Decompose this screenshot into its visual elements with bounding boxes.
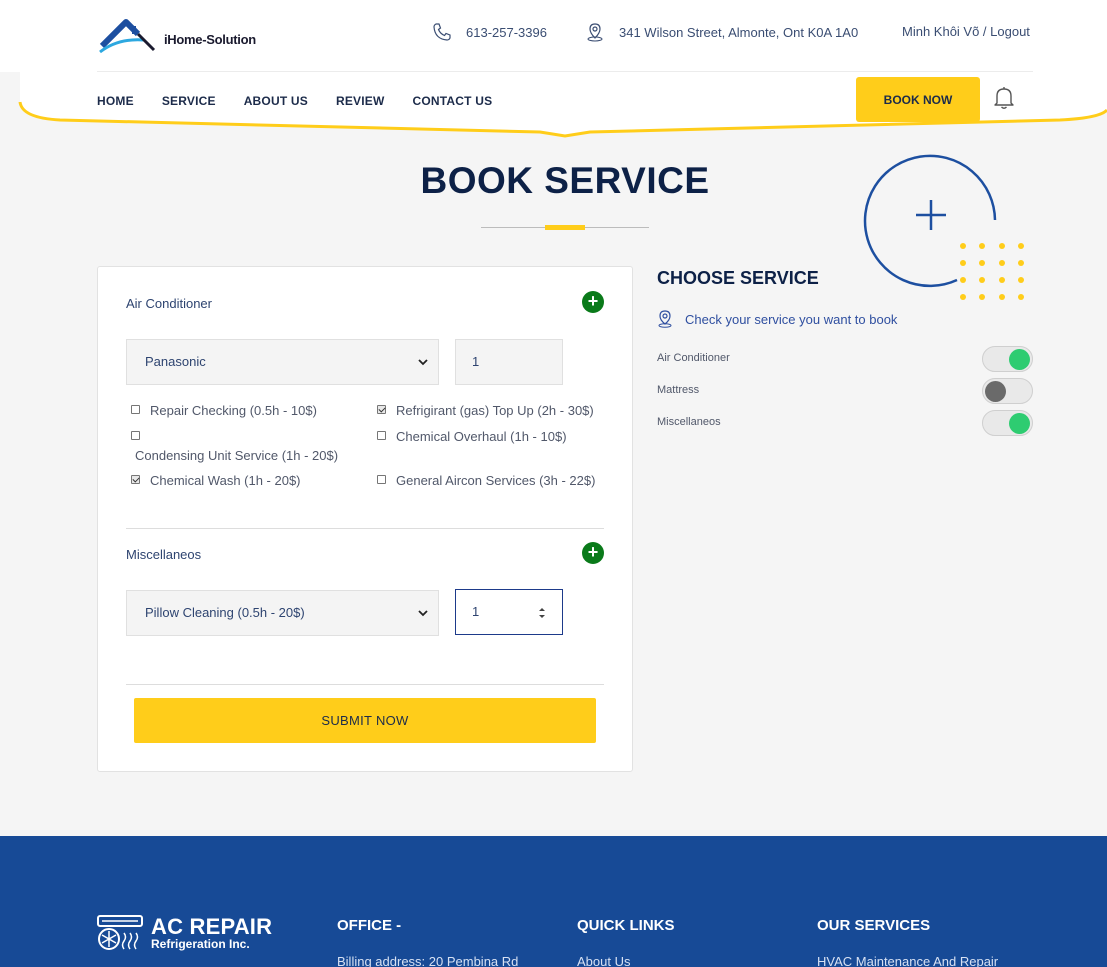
option-repair-checking[interactable]: Repair Checking (0.5h - 10$) (131, 403, 317, 418)
section-label-miscellaneos: Miscellaneos (126, 547, 202, 562)
option-chemical-overhaul[interactable]: Chemical Overhaul (1h - 10$) (377, 429, 567, 444)
toggle-switch-on[interactable] (982, 410, 1033, 436)
address-contact[interactable]: 341 Wilson Street, Almonte, Ont K0A 1A0 (585, 22, 858, 42)
site-footer: AC REPAIR Refrigeration Inc. OFFICE - Bi… (0, 836, 1107, 967)
toggle-row-miscellaneos: Miscellaneos (657, 410, 1033, 436)
address-text: 341 Wilson Street, Almonte, Ont K0A 1A0 (619, 24, 859, 40)
checkbox-checked[interactable] (377, 405, 386, 414)
footer-quick-links-heading: QUICK LINKS (577, 917, 675, 934)
toggle-knob (985, 381, 1006, 402)
top-bar: iHome-Solution 613-257-3396 341 Wilson S… (0, 0, 1107, 72)
nav-about-us[interactable]: ABOUT US (244, 94, 308, 108)
footer-link-about-us[interactable]: About Us (577, 954, 630, 967)
toggle-label: Air Conditioner (657, 352, 730, 364)
option-chemical-wash[interactable]: Chemical Wash (1h - 20$) (131, 473, 301, 488)
footer-office-address: Billing address: 20 Pembina Rd (337, 954, 519, 967)
toggle-knob (1009, 413, 1030, 434)
add-service-button[interactable]: + (582, 291, 604, 313)
checkbox-checked[interactable] (131, 475, 140, 484)
nav-contact-us[interactable]: CONTACT US (413, 94, 493, 108)
house-logo-icon (99, 19, 156, 54)
stepper-arrows-icon[interactable] (538, 606, 546, 620)
checkbox[interactable] (377, 475, 386, 484)
toggle-label: Miscellaneos (657, 416, 721, 428)
option-refrigirant-top-up[interactable]: Refrigirant (gas) Top Up (2h - 30$) (377, 403, 594, 418)
choose-service-title: CHOOSE SERVICE (657, 268, 819, 288)
submit-button[interactable]: SUBMIT NOW (134, 698, 596, 743)
book-now-button[interactable]: BOOK NOW (856, 77, 980, 122)
ac-unit-logo-icon (97, 915, 143, 950)
nav-review[interactable]: REVIEW (336, 94, 385, 108)
footer-office-heading: OFFICE - (337, 917, 402, 934)
toggle-switch-off[interactable] (982, 378, 1033, 404)
section-divider (126, 684, 604, 685)
nav-divider (97, 71, 1033, 72)
toggle-knob (1009, 349, 1030, 370)
option-label: Condensing Unit Service (1h - 20$) (135, 448, 339, 463)
phone-number: 613-257-3396 (466, 24, 547, 40)
toggle-row-air-conditioner: Air Conditioner (657, 346, 1033, 372)
add-service-button[interactable]: + (582, 542, 604, 564)
choose-service-subtitle: Check your service you want to book (657, 310, 897, 328)
phone-icon (433, 23, 451, 41)
logo-text: iHome-Solution (164, 32, 256, 47)
option-label: Refrigirant (gas) Top Up (2h - 30$) (396, 403, 594, 418)
option-condensing-unit[interactable]: Condensing Unit Service (1h - 20$) (131, 429, 338, 463)
chevron-down-icon (418, 359, 428, 366)
quantity-value: 1 (472, 604, 480, 619)
service-select[interactable]: Pillow Cleaning (0.5h - 20$) (126, 590, 439, 636)
phone-contact[interactable]: 613-257-3396 (432, 22, 547, 42)
brand-select-value: Panasonic (145, 354, 206, 369)
location-pin-icon (658, 310, 672, 328)
toggle-row-mattress: Mattress (657, 378, 1033, 404)
booking-form-card: Air Conditioner + Panasonic 1 Repair Che… (97, 266, 633, 772)
brand-select[interactable]: Panasonic (126, 339, 439, 385)
toggle-switch-on[interactable] (982, 346, 1033, 372)
footer-service-hvac[interactable]: HVAC Maintenance And Repair (817, 954, 998, 967)
nav-home[interactable]: HOME (97, 94, 134, 108)
footer-brand-subtitle: Refrigeration Inc. (151, 937, 250, 951)
section-label-air-conditioner: Air Conditioner (126, 296, 212, 311)
choose-service-subtitle-text: Check your service you want to book (685, 311, 898, 327)
chevron-down-icon (418, 610, 428, 617)
toggle-label: Mattress (657, 384, 700, 396)
option-label: Chemical Overhaul (1h - 10$) (396, 429, 567, 444)
option-general-aircon[interactable]: General Aircon Services (3h - 22$) (377, 473, 595, 488)
user-logout-link[interactable]: Minh Khôi Võ / Logout (902, 24, 1030, 39)
option-label: Repair Checking (0.5h - 10$) (150, 403, 317, 418)
main-nav: HOME SERVICE ABOUT US REVIEW CONTACT US (97, 94, 492, 108)
quantity-input[interactable]: 1 (455, 339, 563, 385)
title-accent-bar (545, 225, 585, 230)
option-label: Chemical Wash (1h - 20$) (150, 473, 301, 488)
footer-services-heading: OUR SERVICES (817, 917, 931, 934)
checkbox[interactable] (131, 431, 140, 440)
quantity-stepper[interactable]: 1 (455, 589, 563, 635)
bell-icon[interactable] (993, 86, 1015, 110)
nav-service[interactable]: SERVICE (162, 94, 216, 108)
circle-dots-decoration (863, 154, 1024, 300)
checkbox[interactable] (377, 431, 386, 440)
service-select-value: Pillow Cleaning (0.5h - 20$) (145, 605, 305, 620)
option-label: General Aircon Services (3h - 22$) (396, 473, 596, 488)
site-logo[interactable]: iHome-Solution (98, 14, 258, 58)
section-divider (126, 528, 604, 529)
location-pin-icon (587, 23, 603, 42)
checkbox[interactable] (131, 405, 140, 414)
